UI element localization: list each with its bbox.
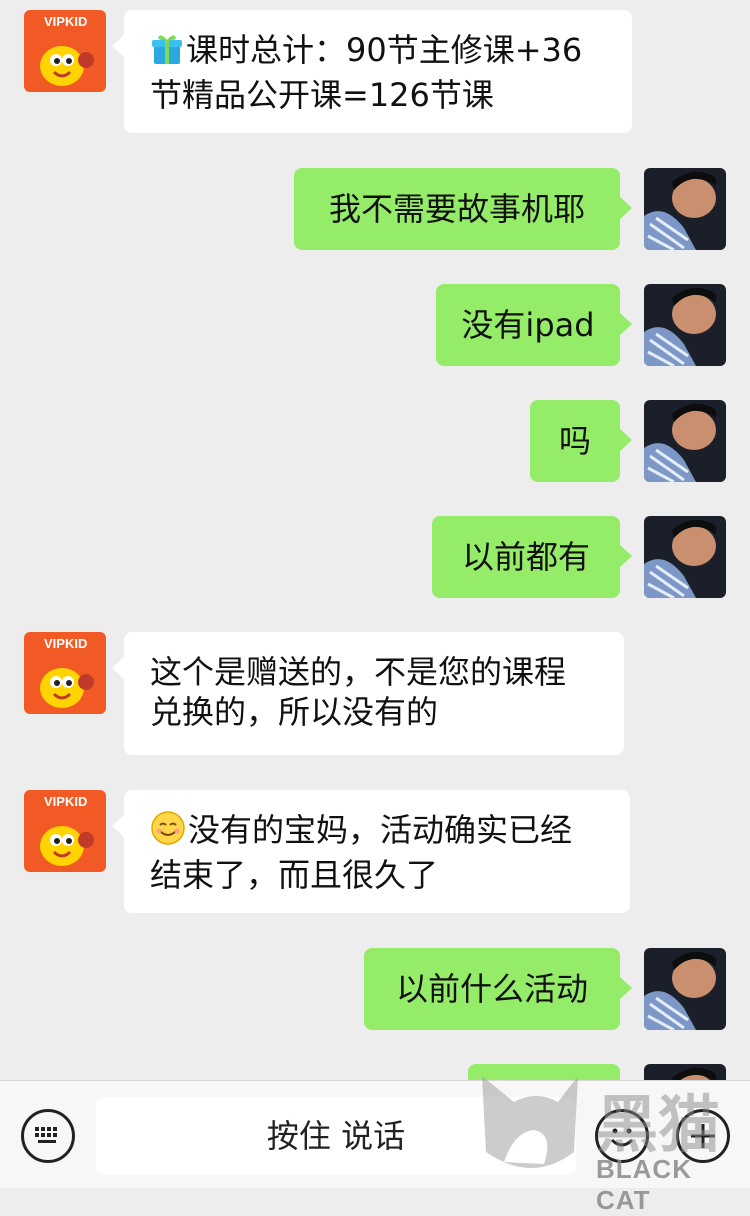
message-bubble[interactable]: 没有的宝妈，活动确实已经 结束了，而且很久了 — [112, 790, 630, 913]
message-text: 以前什么活动 — [395, 970, 588, 1008]
message-text-line: 兑换的，所以没有的 — [150, 693, 439, 731]
message-bubble[interactable]: 以前什么活动 — [364, 948, 632, 1030]
message-text-line: 没有的宝妈，活动确实已经 — [150, 810, 604, 855]
logo-text: VIPKID — [44, 794, 87, 809]
message-text-line: 节精品公开课=126节课 — [150, 76, 494, 114]
user-avatar[interactable] — [644, 284, 726, 366]
vipkid-avatar[interactable]: VIPKID — [24, 790, 106, 872]
message-text: 吗 — [558, 422, 591, 460]
smile-emoji-icon — [150, 810, 186, 855]
message-bubble[interactable]: 以前都有 — [432, 516, 632, 598]
message-text: 以前都有 — [461, 538, 590, 576]
message-text: 没有ipad — [461, 306, 595, 344]
vipkid-avatar[interactable]: VIPKID — [24, 632, 106, 714]
user-avatar[interactable] — [644, 948, 726, 1030]
message-text-line: 这个是赠送的，不是您的课程 — [150, 653, 567, 691]
user-avatar[interactable] — [644, 168, 726, 250]
vipkid-avatar[interactable]: VIPKID — [24, 10, 106, 92]
logo-text: VIPKID — [44, 14, 87, 29]
gift-icon — [150, 32, 184, 75]
message-bubble[interactable]: 吗 — [530, 400, 632, 482]
message-bubble[interactable]: 课时总计：90节主修课+36 节精品公开课=126节课 — [112, 10, 632, 133]
message-text: 我不需要故事机耶 — [328, 190, 585, 228]
chat-area[interactable]: VIPKID 课时总计：90节主修课+36 节精品公开课=126节课 我不需要故… — [0, 0, 750, 1080]
message-bubble[interactable]: 没有ipad — [436, 284, 632, 366]
message-text-line: 课时总计：90节主修课+36 — [150, 30, 606, 75]
message-text-line: 结束了，而且很久了 — [150, 856, 439, 894]
user-avatar[interactable] — [644, 400, 726, 482]
keyboard-icon[interactable] — [21, 1109, 75, 1163]
user-avatar[interactable] — [644, 516, 726, 598]
logo-text: VIPKID — [44, 636, 87, 651]
watermark-text: BLACK CAT — [596, 1154, 692, 1215]
message-bubble[interactable]: 这个是赠送的，不是您的课程 兑换的，所以没有的 — [112, 632, 624, 755]
message-bubble[interactable]: 我不需要故事机耶 — [294, 168, 632, 250]
watermark-brand: 黑猫 — [596, 1088, 720, 1161]
